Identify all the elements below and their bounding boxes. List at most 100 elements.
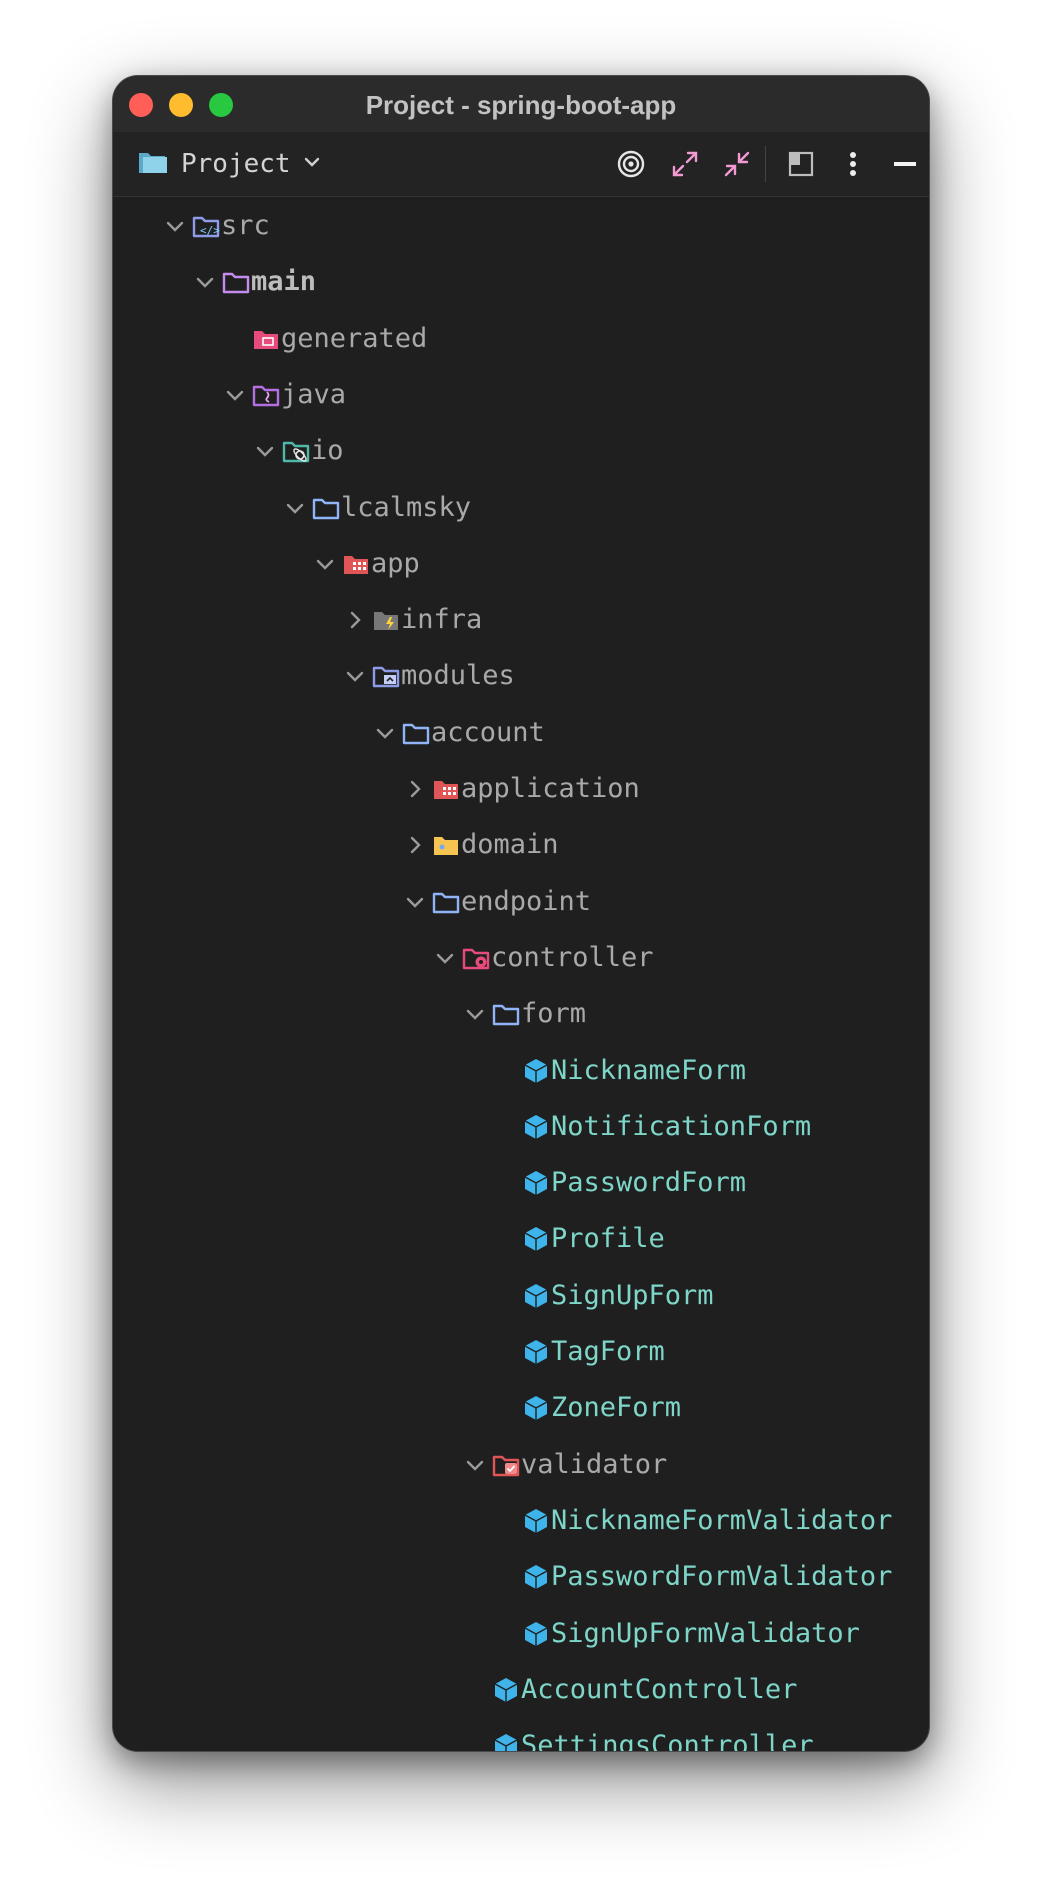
expand-all-icon[interactable]: [667, 146, 703, 182]
tree-row-io[interactable]: io: [113, 423, 929, 479]
project-folder-icon: [137, 147, 171, 181]
tree-row-profile[interactable]: Profile: [113, 1211, 929, 1267]
tree-item-label: SignUpFormValidator: [551, 1617, 860, 1649]
tree-row-zoneform[interactable]: ZoneForm: [113, 1380, 929, 1436]
tree-row-signupform[interactable]: SignUpForm: [113, 1268, 929, 1324]
tree-row-app[interactable]: app: [113, 536, 929, 592]
java-folder-icon: [251, 380, 281, 410]
tree-row-passwordform[interactable]: PasswordForm: [113, 1155, 929, 1211]
tree-item-label: src: [221, 210, 270, 241]
tree-item-label: ZoneForm: [551, 1392, 682, 1424]
toolbar-divider: [765, 146, 766, 182]
folder-purple-icon: [221, 267, 251, 297]
class-icon: [521, 1337, 551, 1367]
title-bar: Project - spring-boot-app: [113, 76, 929, 132]
tree-item-label: NicknameFormValidator: [551, 1504, 893, 1536]
layout-panel-icon[interactable]: [783, 146, 819, 182]
tree-row-passwordformvalidator[interactable]: PasswordFormValidator: [113, 1549, 929, 1605]
project-window: Project - spring-boot-app Project </> sr…: [112, 75, 930, 1752]
chevron-down-icon[interactable]: [403, 890, 427, 914]
class-icon: [521, 1281, 551, 1311]
window-title: Project - spring-boot-app: [365, 90, 677, 120]
folder-blue-icon: [401, 718, 431, 748]
svg-text:</>: </>: [200, 224, 220, 237]
chevron-right-icon[interactable]: [403, 777, 427, 801]
tree-item-label: PasswordFormValidator: [551, 1561, 893, 1593]
hide-panel-icon[interactable]: [887, 146, 923, 182]
package-folder-icon: [281, 436, 311, 466]
infra-folder-icon: [371, 605, 401, 635]
tree-row-controller[interactable]: controller: [113, 930, 929, 986]
tree-row-endpoint[interactable]: endpoint: [113, 874, 929, 930]
chevron-down-icon[interactable]: [373, 721, 397, 745]
chevron-down-icon[interactable]: [463, 1453, 487, 1477]
tree-item-label: validator: [521, 1448, 668, 1480]
tree-item-label: endpoint: [461, 885, 592, 917]
chevron-down-icon[interactable]: [433, 946, 457, 970]
tree-row-accountcontroller[interactable]: AccountController: [113, 1662, 929, 1718]
tree-row-application[interactable]: application: [113, 761, 929, 817]
tree-row-settingscontroller[interactable]: SettingsController: [113, 1718, 929, 1752]
tree-item-label: domain: [461, 829, 559, 861]
app-folder-icon: [431, 774, 461, 804]
tree-row-main[interactable]: main: [113, 254, 929, 310]
chevron-down-icon[interactable]: [463, 1002, 487, 1026]
view-selector[interactable]: Project: [137, 146, 323, 182]
chevron-down-icon[interactable]: [313, 552, 337, 576]
chevron-down-icon[interactable]: [283, 496, 307, 520]
tree-row-generated[interactable]: generated: [113, 311, 929, 367]
controller-folder-icon: [461, 943, 491, 973]
tree-row-validator[interactable]: validator: [113, 1437, 929, 1493]
chevron-right-icon[interactable]: [403, 833, 427, 857]
tree-row-signupformvalidator[interactable]: SignUpFormValidator: [113, 1606, 929, 1662]
chevron-down-icon[interactable]: [343, 664, 367, 688]
project-toolbar: Project: [113, 132, 929, 197]
class-icon: [521, 1619, 551, 1649]
class-icon: [521, 1562, 551, 1592]
tree-item-label: PasswordForm: [551, 1167, 747, 1199]
tree-row-modules[interactable]: modules: [113, 648, 929, 704]
tree-row-src[interactable]: </> src: [113, 198, 929, 254]
tree-item-label: SettingsController: [521, 1730, 814, 1752]
folder-blue-icon: [491, 999, 521, 1029]
tree-row-notificationform[interactable]: NotificationForm: [113, 1099, 929, 1155]
tree-row-java[interactable]: java: [113, 367, 929, 423]
tree-row-nicknameformvalidator[interactable]: NicknameFormValidator: [113, 1493, 929, 1549]
tree-item-label: lcalmsky: [341, 491, 472, 523]
tree-item-label: application: [461, 773, 640, 804]
tree-item-label: modules: [401, 660, 515, 692]
chevron-down-icon[interactable]: [193, 270, 217, 294]
tree-row-infra[interactable]: infra: [113, 592, 929, 648]
tree-item-label: TagForm: [551, 1336, 665, 1367]
tree-row-lcalmsky[interactable]: lcalmsky: [113, 480, 929, 536]
class-icon: [521, 1168, 551, 1198]
tree-row-form[interactable]: form: [113, 986, 929, 1042]
tree-row-tagform[interactable]: TagForm: [113, 1324, 929, 1380]
class-icon: [521, 1112, 551, 1142]
view-selector-label: Project: [181, 149, 291, 179]
tree-item-label: io: [311, 435, 344, 467]
tree-item-label: NicknameForm: [551, 1054, 747, 1086]
chevron-right-icon[interactable]: [343, 608, 367, 632]
class-icon: [521, 1393, 551, 1423]
tree-item-label: NotificationForm: [551, 1110, 812, 1142]
tree-row-nicknameform[interactable]: NicknameForm: [113, 1043, 929, 1099]
tree-item-label: java: [281, 378, 347, 410]
tree-item-label: form: [521, 998, 587, 1030]
tree-item-label: controller: [491, 941, 654, 973]
tree-row-domain[interactable]: domain: [113, 817, 929, 873]
collapse-all-icon[interactable]: [719, 146, 755, 182]
chevron-down-icon[interactable]: [223, 383, 247, 407]
class-icon: [521, 1506, 551, 1536]
tree-item-label: AccountController: [521, 1673, 798, 1705]
tree-item-label: SignUpForm: [551, 1279, 714, 1311]
app-folder-icon: [341, 549, 371, 579]
locate-target-icon[interactable]: [613, 146, 649, 182]
class-icon: [491, 1675, 521, 1705]
chevron-down-icon[interactable]: [163, 214, 187, 238]
tree-row-account[interactable]: account: [113, 705, 929, 761]
validator-folder-icon: [491, 1450, 521, 1480]
class-icon: [521, 1224, 551, 1254]
chevron-down-icon[interactable]: [253, 439, 277, 463]
more-options-icon[interactable]: [835, 146, 871, 182]
